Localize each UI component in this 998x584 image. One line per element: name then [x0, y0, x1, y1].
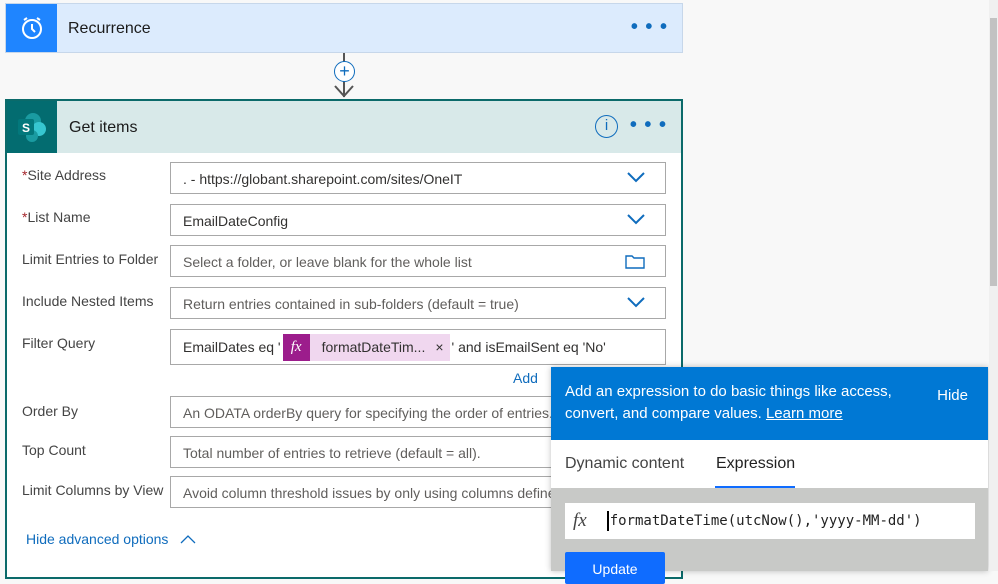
sharepoint-icon: S [7, 101, 57, 153]
card-title: Recurrence [68, 20, 151, 37]
more-options-button[interactable]: • • • [631, 16, 668, 39]
remove-token-icon[interactable]: × [435, 339, 449, 355]
recurrence-card[interactable]: Recurrence • • • [5, 3, 683, 53]
add-dynamic-content-link[interactable]: Add [513, 370, 538, 386]
expression-input[interactable]: fx formatDateTime(utcNow(),'yyyy-MM-dd') [565, 503, 975, 539]
svg-text:S: S [22, 121, 30, 135]
arrow-down-icon [334, 85, 354, 98]
limit-folder-label: Limit Entries to Folder [22, 251, 159, 267]
card-header[interactable]: S Get items i • • • [7, 101, 681, 153]
alarm-clock-icon [6, 4, 57, 52]
tab-expression[interactable]: Expression [716, 455, 795, 473]
tab-dynamic-content[interactable]: Dynamic content [565, 455, 684, 473]
chevron-down-icon [627, 214, 645, 225]
chevron-down-icon [627, 172, 645, 183]
include-nested-dropdown[interactable]: Return entries contained in sub-folders … [170, 287, 666, 319]
filter-prefix-text: EmailDates eq ' [183, 339, 281, 355]
top-count-label: Top Count [22, 442, 86, 458]
hide-panel-button[interactable]: Hide [937, 385, 968, 407]
card-title: Get items [69, 119, 138, 136]
site-address-dropdown[interactable]: . - https://globant.sharepoint.com/sites… [170, 162, 666, 194]
text-cursor [606, 511, 609, 531]
expression-editor-area: fx formatDateTime(utcNow(),'yyyy-MM-dd')… [551, 488, 988, 584]
update-button[interactable]: Update [565, 552, 665, 584]
folder-icon[interactable] [625, 253, 645, 269]
filter-suffix-text: ' and isEmailSent eq 'No' [451, 339, 606, 355]
panel-info-banner: Add an expression to do basic things lik… [551, 367, 988, 440]
panel-info-text: Add an expression to do basic things lik… [565, 383, 892, 422]
order-by-label: Order By [22, 403, 79, 419]
learn-more-link[interactable]: Learn more [766, 405, 843, 422]
expression-token[interactable]: fx formatDateTim... × [282, 333, 450, 361]
filter-query-input[interactable]: EmailDates eq ' fx formatDateTim... × ' … [170, 329, 666, 365]
limit-columns-label: Limit Columns by View [22, 482, 164, 498]
list-name-label: *List Name [22, 209, 91, 225]
chevron-down-icon [627, 297, 645, 308]
info-icon[interactable]: i [595, 115, 618, 138]
hide-advanced-options-link[interactable]: Hide advanced options [26, 531, 196, 547]
fx-icon: fx [282, 333, 310, 361]
plus-circle-icon[interactable]: + [334, 61, 355, 82]
expression-text: formatDateTime(utcNow(),'yyyy-MM-dd') [609, 513, 922, 529]
include-nested-label: Include Nested Items [22, 293, 154, 309]
limit-folder-input[interactable]: Select a folder, or leave blank for the … [170, 245, 666, 277]
token-label: formatDateTim... [321, 339, 426, 355]
filter-query-label: Filter Query [22, 335, 96, 351]
site-address-label: *Site Address [22, 167, 107, 183]
fx-icon: fx [573, 510, 587, 531]
list-name-dropdown[interactable]: EmailDateConfig [170, 204, 666, 236]
more-options-button[interactable]: • • • [630, 114, 667, 137]
expression-panel: Add an expression to do basic things lik… [551, 367, 988, 584]
scrollbar-thumb[interactable] [990, 18, 997, 286]
scrollbar[interactable] [989, 0, 998, 571]
chevron-up-icon [180, 535, 196, 544]
